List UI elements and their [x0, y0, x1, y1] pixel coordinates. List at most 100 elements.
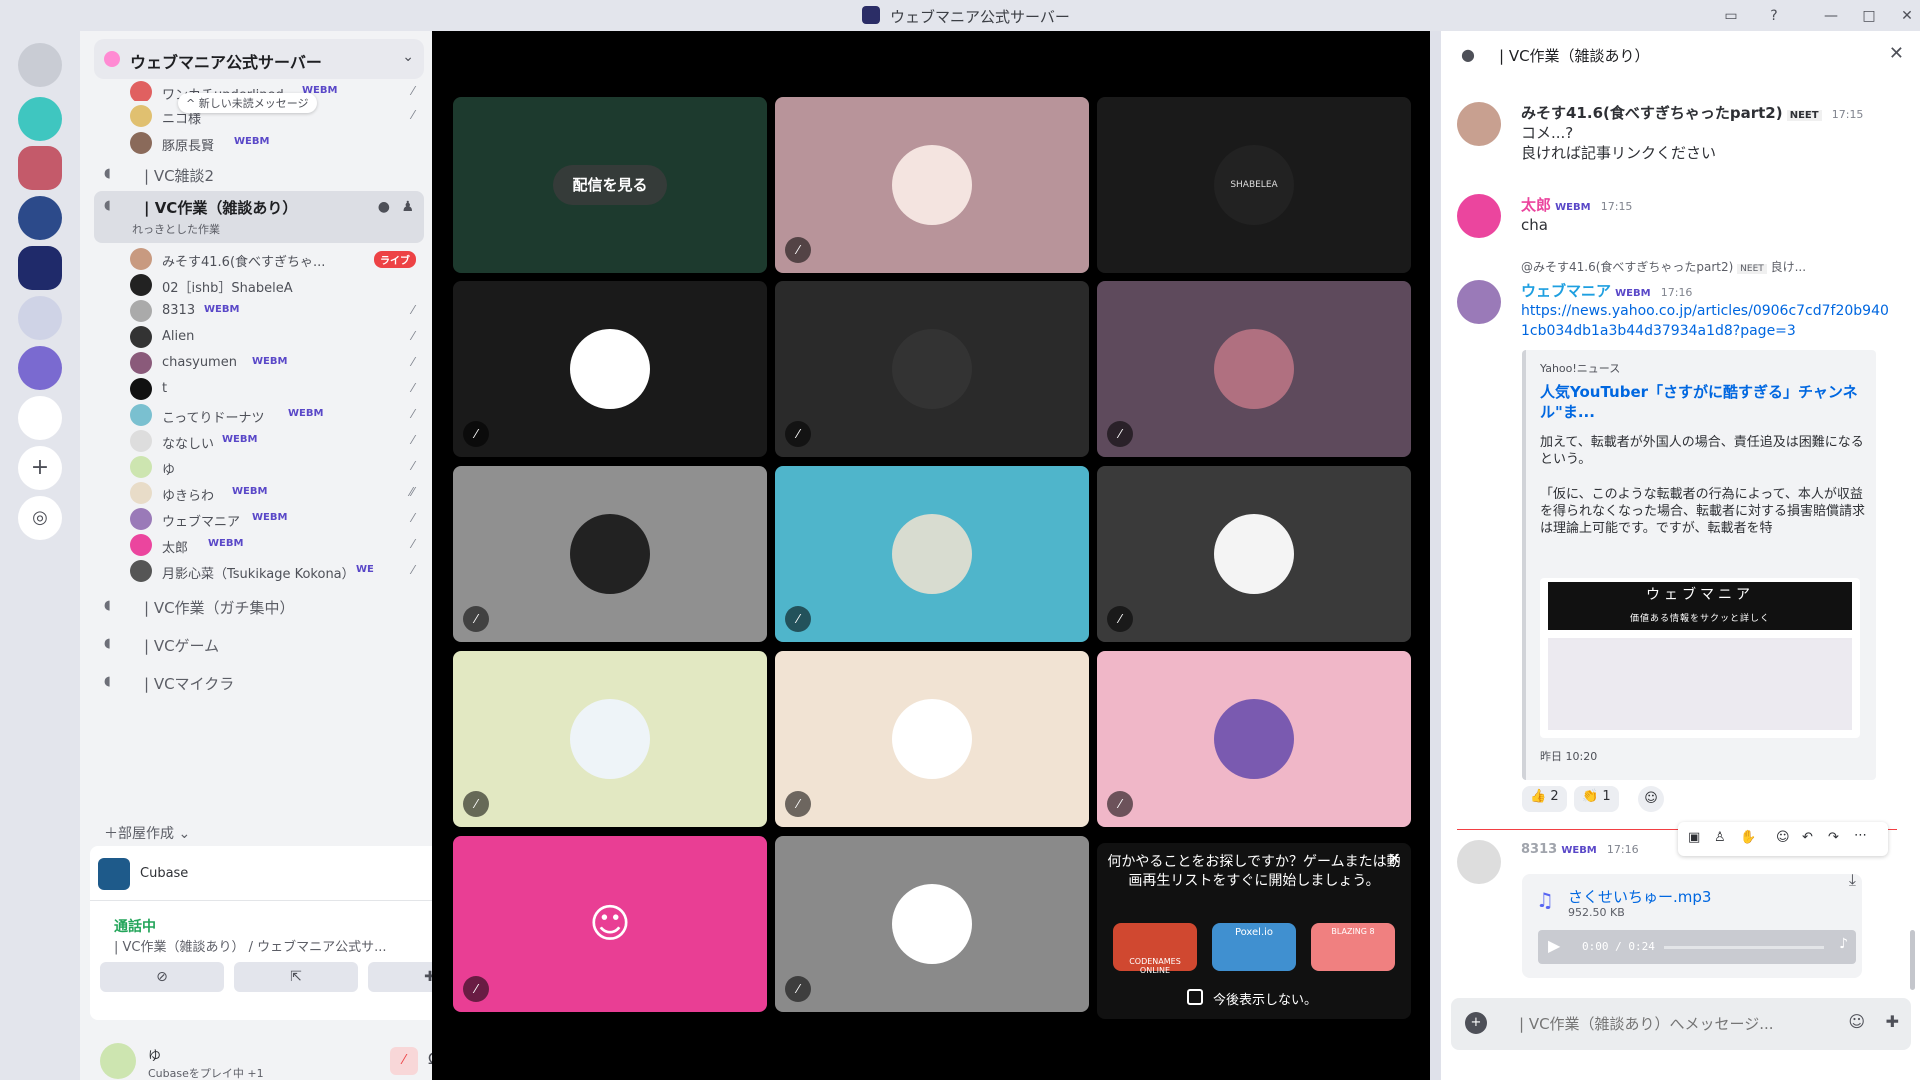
participant-tile[interactable]: SHABELEA	[1097, 97, 1411, 273]
avatar[interactable]	[1457, 102, 1501, 146]
webm-badge: WE	[356, 564, 374, 575]
channel-vc-work[interactable]: ◖ | VC作業（雑談あり） れっきとした作業 ● ♟	[94, 191, 424, 243]
add-server-icon[interactable]: +	[18, 446, 62, 490]
avatar[interactable]	[100, 1043, 136, 1079]
close-icon[interactable]: ✕	[1388, 849, 1401, 868]
participant-tile[interactable]: ⁄	[775, 281, 1089, 457]
participant-tile[interactable]: ⁄	[775, 466, 1089, 642]
server-icon[interactable]	[18, 246, 62, 290]
dont-show-checkbox[interactable]	[1187, 989, 1203, 1005]
member-item[interactable]: ウェブマニア WEBM ⁄	[124, 506, 424, 532]
explore-icon[interactable]: ◎	[18, 496, 62, 540]
more-icon[interactable]: ⋯	[1854, 828, 1867, 843]
member-item[interactable]: ななしい WEBM ⁄	[124, 428, 424, 454]
avatar	[130, 326, 152, 348]
member-item[interactable]: 豚原長賢 WEBM	[124, 130, 424, 156]
participant-tile[interactable]: ☺ ⁄	[453, 836, 767, 1012]
member-item[interactable]: Alien ⁄	[124, 324, 424, 350]
reaction-thumbs[interactable]: 👍 2	[1522, 786, 1567, 812]
add-attachment-icon[interactable]: +	[1465, 1012, 1487, 1034]
message-author[interactable]: みそす41.6(食べすぎちゃったpart2)	[1521, 104, 1783, 122]
voice-channel-path[interactable]: | VC作業（雑談あり） / ウェブマニア公式サ...	[114, 936, 387, 955]
server-icon[interactable]	[18, 396, 62, 440]
mic-muted-icon: ⁄	[411, 329, 414, 343]
member-item[interactable]: t ⁄	[124, 376, 424, 402]
file-name[interactable]: さくせいちゅー.mp3	[1568, 886, 1711, 907]
chat-scrollbar[interactable]	[1910, 930, 1915, 990]
reaction-clap[interactable]: 👏 1	[1574, 786, 1619, 812]
participant-tile[interactable]: ⁄	[1097, 651, 1411, 827]
embed-image[interactable]: ウェブマニア 価値ある情報をサクッと詳しく	[1540, 578, 1860, 738]
avatar[interactable]	[1457, 280, 1501, 324]
channel-vc-game[interactable]: ◖ | VCゲーム	[94, 629, 424, 661]
channel-vc-mc[interactable]: ◖ | VCマイクラ	[94, 667, 424, 699]
participant-tile[interactable]: ⁄	[453, 651, 767, 827]
participant-tile[interactable]: ⁄	[453, 281, 767, 457]
audio-seek-bar[interactable]	[1664, 946, 1824, 949]
member-item[interactable]: こってりドーナツ WEBM ⁄	[124, 402, 424, 428]
maximize-button[interactable]: □	[1858, 5, 1880, 27]
message-author[interactable]: ウェブマニア	[1521, 282, 1611, 300]
participant-tile[interactable]: ⁄	[453, 466, 767, 642]
close-window-button[interactable]: ✕	[1896, 5, 1918, 27]
server-icon[interactable]	[18, 346, 62, 390]
mic-muted-icon[interactable]: ⁄	[390, 1047, 418, 1075]
member-item[interactable]: 太郎 WEBM ⁄	[124, 532, 424, 558]
server-icon[interactable]	[18, 97, 62, 141]
game-poxelio[interactable]: Poxel.io	[1212, 923, 1296, 971]
member-item[interactable]: 月影心菜（Tsukikage Kokona） WE ⁄	[124, 558, 424, 584]
participant-tile[interactable]: ⁄	[775, 97, 1089, 273]
member-item[interactable]: ゆきらわ WEBM ⁄⁄	[124, 480, 424, 506]
member-item[interactable]: 8313 WEBM ⁄	[124, 298, 424, 324]
stream-tile[interactable]: 配信を見る	[453, 97, 767, 273]
chat-bubble-icon[interactable]: ●	[378, 199, 390, 215]
member-name: 豚原長賢	[162, 139, 215, 154]
server-icon[interactable]	[18, 146, 62, 190]
message-author[interactable]: 太郎	[1521, 196, 1551, 214]
member-item[interactable]: 02［ishb］ShabeleA	[124, 272, 424, 298]
member-item[interactable]: みそす41.6(食べすぎちゃ... ライブ	[124, 246, 424, 272]
avatar	[892, 145, 972, 225]
guild-header[interactable]: ウェブマニア公式サーバー ⌄	[94, 39, 424, 79]
participant-tile[interactable]: ⁄	[1097, 281, 1411, 457]
participant-tile[interactable]: ⁄	[1097, 466, 1411, 642]
server-icon[interactable]	[18, 296, 62, 340]
message-author[interactable]: 8313	[1521, 842, 1557, 857]
embed-title[interactable]: 人気YouTuber「さすがに酷すぎる」チャンネル"ま...	[1540, 382, 1866, 422]
watch-stream-button[interactable]: 配信を見る	[553, 165, 667, 205]
volume-icon[interactable]: ♪	[1839, 936, 1848, 952]
channel-vc-chat2[interactable]: ◖ | VC雑談2	[94, 159, 424, 191]
reply-preview[interactable]: @みそす41.6(食べすぎちゃったpart2) NEET 良け...	[1521, 258, 1901, 275]
avatar[interactable]	[1457, 840, 1501, 884]
add-reaction-icon[interactable]: ☺	[1638, 786, 1664, 812]
reply-author: @みそす41.6(食べすぎちゃったpart2)	[1521, 260, 1734, 274]
close-icon[interactable]: ✕	[1889, 43, 1904, 64]
screen-share-button[interactable]: ⇱	[234, 962, 358, 992]
member-item[interactable]: chasyumen WEBM ⁄	[124, 350, 424, 376]
add-member-icon[interactable]: ♟	[401, 199, 414, 215]
message-input[interactable]	[1519, 1012, 1819, 1036]
channel-vc-focus[interactable]: ◖ | VC作業（ガチ集中）	[94, 591, 424, 623]
participant-tile[interactable]: ⁄	[775, 836, 1089, 1012]
channel-panel: ウェブマニア公式サーバー ⌄ ワンカチunderlined WEBM ⁄ ニコ様…	[80, 31, 502, 1080]
help-icon[interactable]: ?	[1763, 5, 1785, 27]
game-blazing8[interactable]: BLAZING 8	[1311, 923, 1395, 971]
member-item[interactable]: ゆ ⁄	[124, 454, 424, 480]
game-codenames[interactable]: CODENAMES ONLINE	[1113, 923, 1197, 975]
emoji-icon[interactable]: ☺	[1848, 1012, 1865, 1031]
embed-provider: Yahoo!ニュース	[1540, 362, 1621, 375]
create-room-button[interactable]: ＋部屋作成 ⌄	[104, 823, 190, 843]
minimize-button[interactable]: —	[1820, 5, 1842, 27]
play-icon[interactable]: ▶	[1548, 936, 1560, 955]
new-unread-toast[interactable]: ^ 新しい未読メッセージ	[178, 93, 317, 113]
voice-channel-icon: ◖	[104, 166, 111, 181]
inbox-icon[interactable]: ▭	[1720, 5, 1742, 27]
server-icon[interactable]	[18, 196, 62, 240]
camera-off-button[interactable]: ⊘	[100, 962, 224, 992]
gamepad-icon[interactable]: ✚	[1886, 1012, 1899, 1031]
message-link[interactable]: https://news.yahoo.co.jp/articles/0906c7…	[1521, 301, 1891, 341]
avatar[interactable]	[1457, 194, 1501, 238]
discord-home-icon[interactable]	[18, 43, 62, 87]
download-icon[interactable]: ⤓	[1849, 870, 1856, 890]
participant-tile[interactable]: ⁄	[775, 651, 1089, 827]
